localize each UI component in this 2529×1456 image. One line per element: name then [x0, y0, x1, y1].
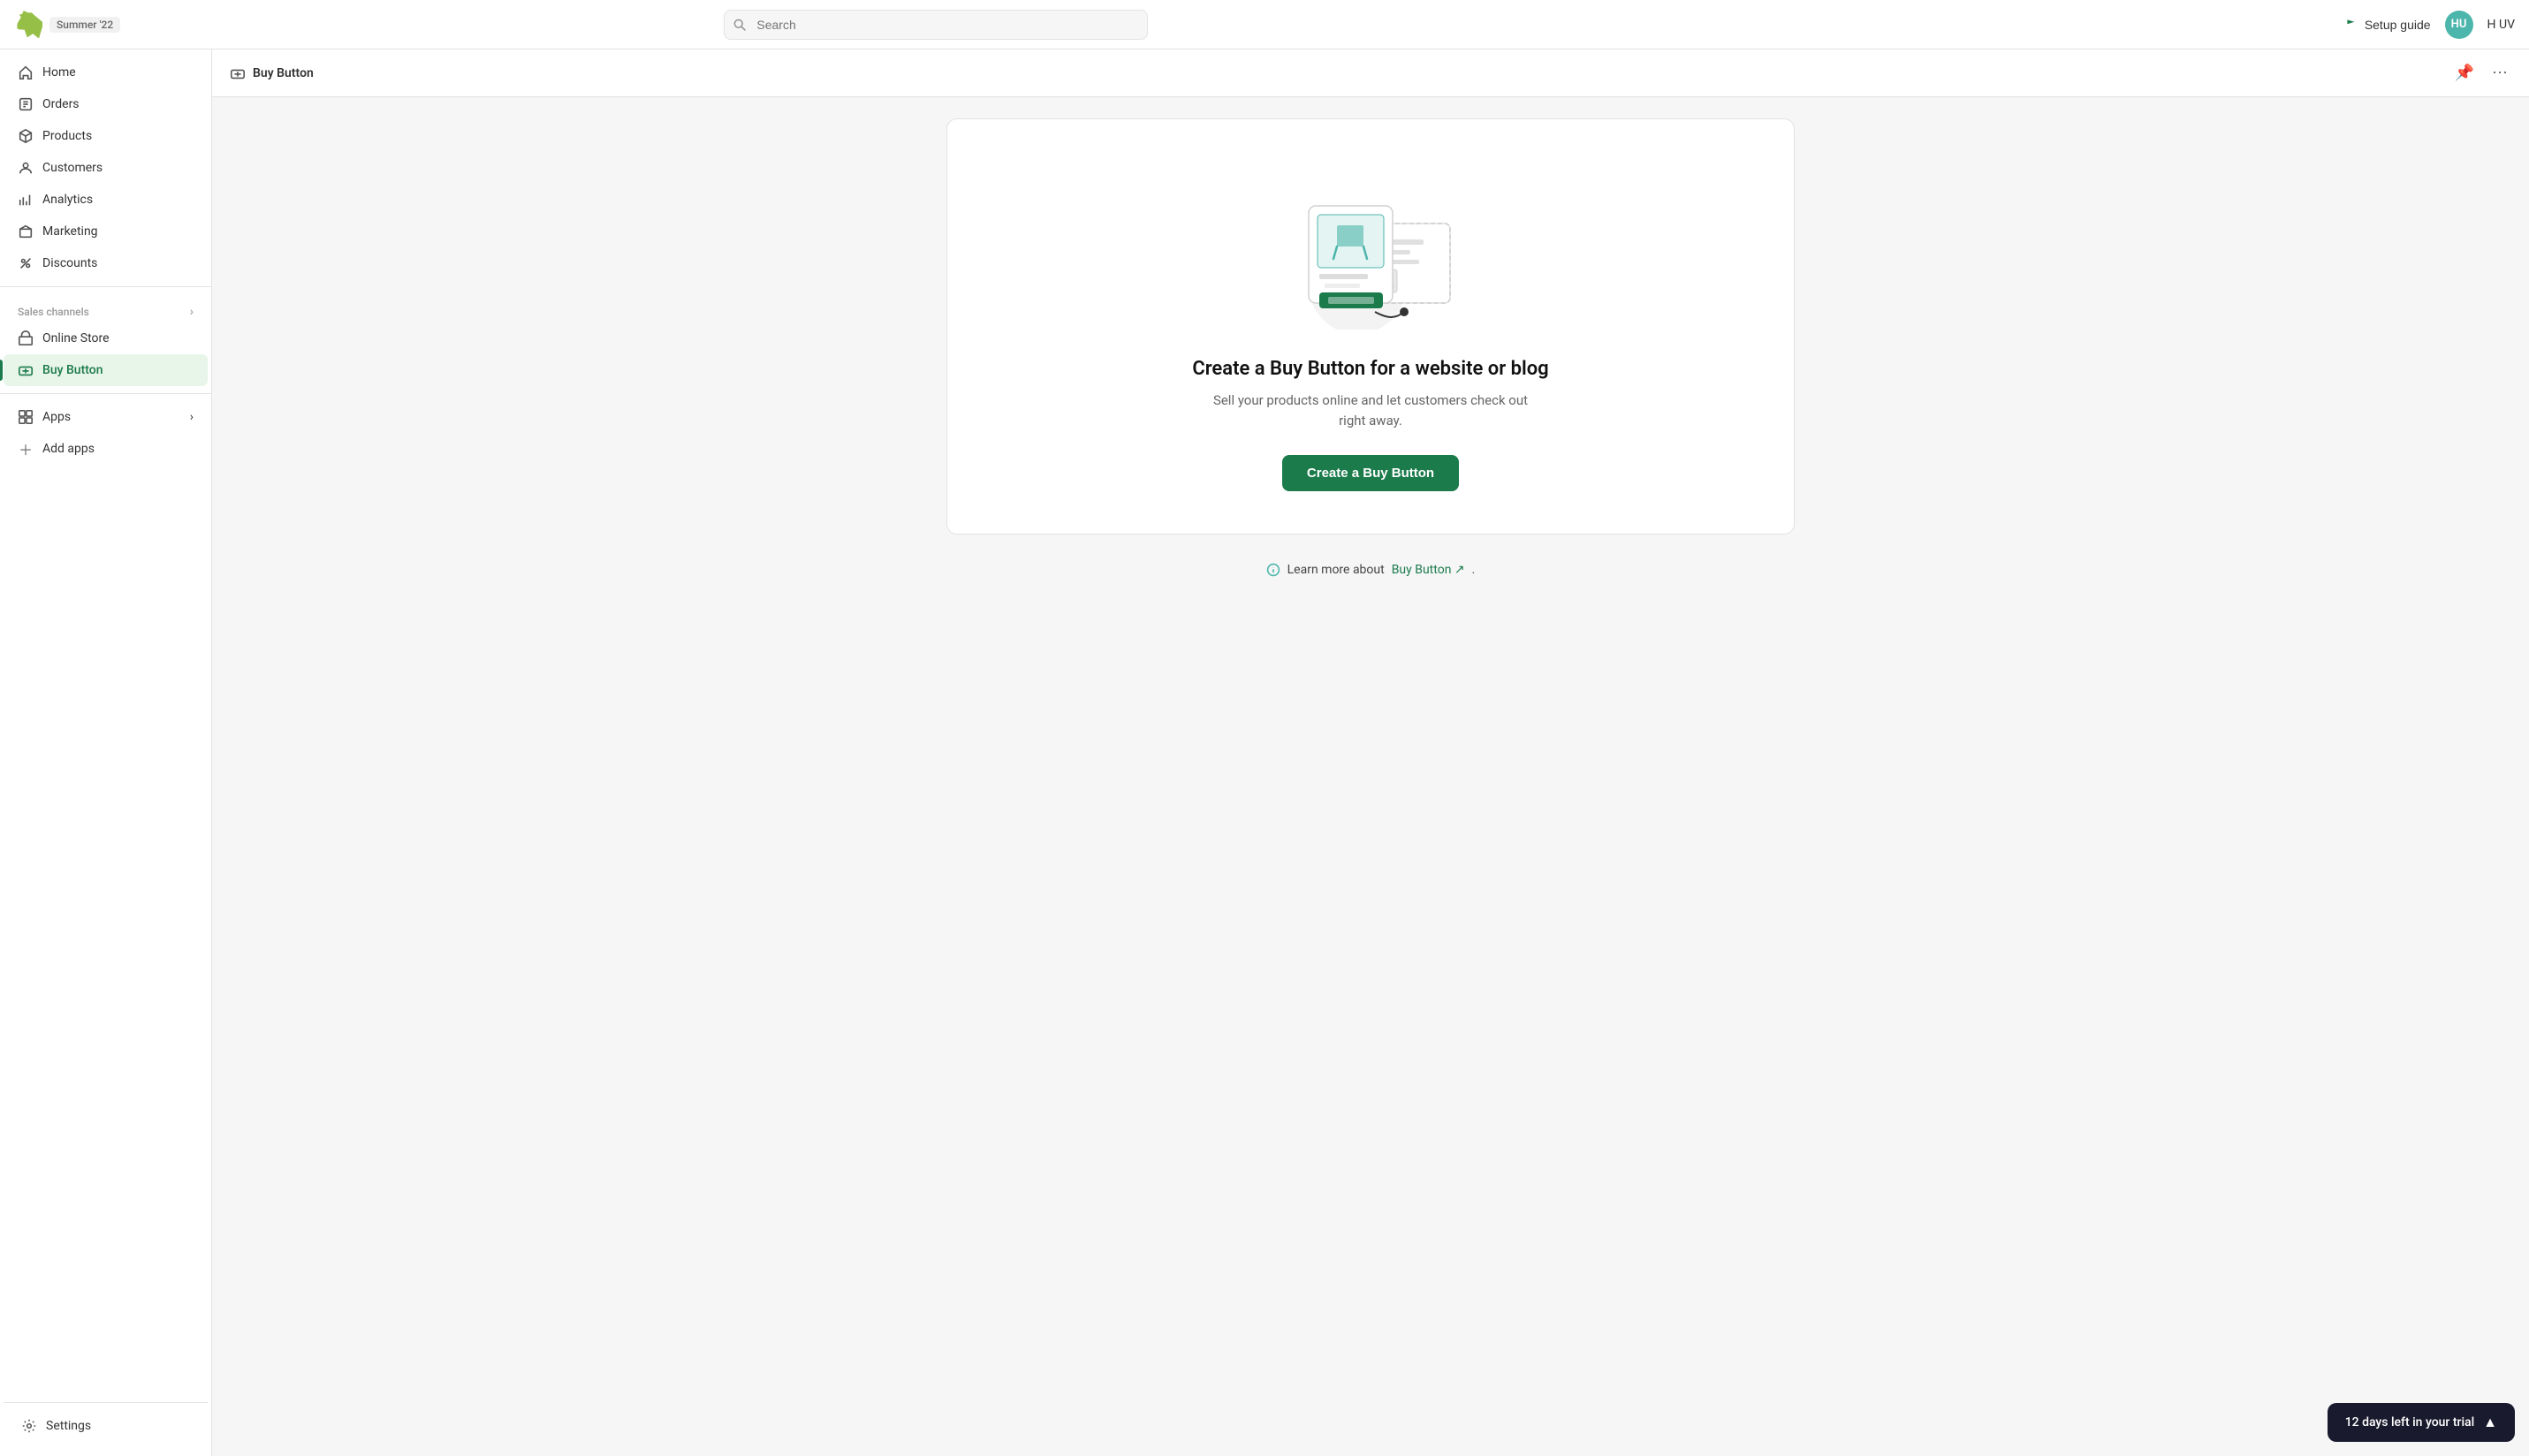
sidebar-item-discounts[interactable]: Discounts: [4, 247, 208, 279]
sidebar-item-online-store[interactable]: Online Store: [4, 322, 208, 354]
shopify-logo[interactable]: Summer '22: [14, 11, 120, 39]
discounts-icon: [18, 255, 34, 271]
top-navigation: Summer '22 Setup guide HU H UV: [0, 0, 2529, 49]
card-title: Create a Buy Button for a website or blo…: [1192, 358, 1548, 380]
marketing-icon: [18, 224, 34, 239]
page-header-left: Buy Button: [230, 65, 314, 81]
trial-banner[interactable]: 12 days left in your trial ▲: [2328, 1403, 2515, 1442]
apps-section-left: Apps: [18, 409, 71, 425]
sidebar-bottom: Settings: [0, 1388, 211, 1456]
sidebar-item-buy-button[interactable]: Buy Button: [4, 354, 208, 386]
pin-button[interactable]: 📌: [2451, 60, 2478, 86]
page-header: Buy Button 📌 ⋯: [212, 49, 2529, 97]
sidebar-nav: Home Orders: [0, 49, 211, 1388]
more-actions-button[interactable]: ⋯: [2488, 60, 2511, 86]
sidebar-item-settings[interactable]: Settings: [7, 1410, 204, 1442]
analytics-icon: [18, 192, 34, 208]
page-header-right: 📌 ⋯: [2451, 60, 2511, 86]
sidebar-item-orders[interactable]: Orders: [4, 88, 208, 120]
shopify-logo-icon: [14, 11, 42, 39]
sidebar-apps-section[interactable]: Apps ›: [4, 401, 208, 433]
apps-chevron: ›: [190, 410, 194, 424]
sales-channels-chevron[interactable]: ›: [190, 305, 194, 319]
products-icon: [18, 128, 34, 144]
sidebar-divider-3: [4, 1402, 208, 1403]
sidebar-divider-1: [0, 286, 211, 287]
learn-more-suffix: .: [1472, 563, 1476, 577]
card-description: Sell your products online and let custom…: [1203, 391, 1538, 430]
sidebar-item-customers[interactable]: Customers: [4, 152, 208, 184]
settings-icon: [21, 1418, 37, 1434]
learn-more-prefix: Learn more about: [1287, 563, 1385, 577]
username: H UV: [2487, 18, 2515, 32]
plus-icon: ＋: [18, 441, 34, 457]
avatar[interactable]: HU: [2445, 11, 2473, 39]
buy-button-card: Create a Buy Button for a website or blo…: [946, 118, 1795, 535]
customers-icon: [18, 160, 34, 176]
learn-more-section: Learn more about Buy Button ↗ .: [946, 563, 1795, 577]
sidebar-item-products[interactable]: Products: [4, 120, 208, 152]
page-title: Buy Button: [253, 66, 314, 80]
main-content: Buy Button 📌 ⋯: [212, 49, 2529, 1456]
buy-button-page-icon: [230, 65, 246, 81]
app-body: Home Orders: [0, 49, 2529, 1456]
search-bar: [724, 10, 1148, 40]
trial-banner-chevron: ▲: [2483, 1414, 2497, 1431]
trial-banner-label: 12 days left in your trial: [2345, 1415, 2474, 1429]
illustration-svg: [1273, 162, 1468, 330]
sidebar-item-home[interactable]: Home: [4, 57, 208, 88]
sidebar-divider-2: [0, 393, 211, 394]
store-icon: [18, 330, 34, 346]
learn-more-link[interactable]: Buy Button ↗: [1392, 563, 1465, 577]
orders-icon: [18, 96, 34, 112]
create-buy-button-button[interactable]: Create a Buy Button: [1282, 455, 1459, 491]
home-icon: [18, 64, 34, 80]
logo-badge: Summer '22: [49, 17, 120, 33]
sidebar-item-analytics[interactable]: Analytics: [4, 184, 208, 216]
add-apps-item[interactable]: ＋ Add apps: [4, 433, 208, 465]
buy-button-illustration: [1273, 162, 1468, 333]
topnav-right: Setup guide HU H UV: [2345, 11, 2515, 39]
search-icon: [733, 18, 747, 32]
search-input[interactable]: [724, 10, 1148, 40]
content-area: Create a Buy Button for a website or blo…: [212, 97, 2529, 1456]
sidebar-item-marketing[interactable]: Marketing: [4, 216, 208, 247]
sidebar: Home Orders: [0, 49, 212, 1456]
buy-button-icon: [18, 362, 34, 378]
setup-guide-button[interactable]: Setup guide: [2345, 18, 2431, 32]
flag-icon: [2345, 18, 2359, 32]
sales-channels-section: Sales channels ›: [0, 294, 211, 322]
apps-icon: [18, 409, 34, 425]
info-icon: [1266, 563, 1280, 577]
